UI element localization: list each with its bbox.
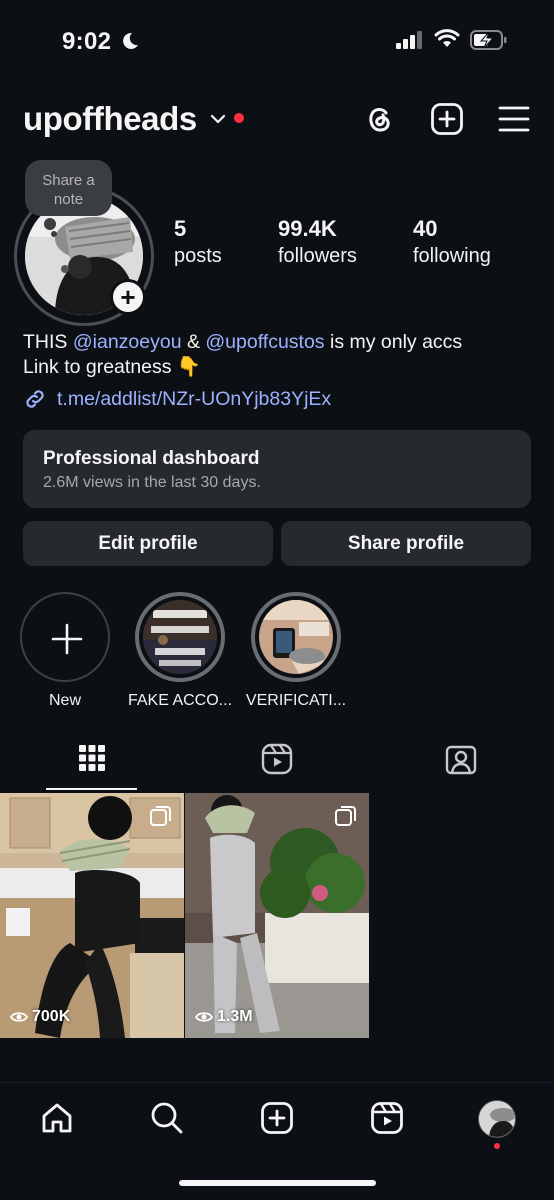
bio-line1: THIS @ianzoeyou & @upoffcustos is my onl… (23, 330, 462, 355)
note-text-line2: note (53, 191, 84, 208)
highlight-cover (143, 600, 217, 674)
carousel-icon (335, 806, 356, 826)
active-tab-indicator (46, 788, 137, 790)
battery-charging-icon (470, 30, 507, 50)
reels-icon[interactable] (261, 743, 293, 775)
link-icon (26, 390, 44, 408)
status-time: 9:02 (62, 28, 112, 55)
highlight-label: New (48, 692, 81, 709)
reels-icon[interactable] (370, 1101, 404, 1135)
view-count-value: 1.3M (217, 1008, 253, 1025)
profile-avatar[interactable] (478, 1100, 516, 1138)
bio-line2: Link to greatness 👇 (23, 356, 202, 378)
home-indicator (179, 1180, 376, 1186)
search-icon[interactable] (150, 1101, 184, 1135)
bio-prefix: THIS (23, 331, 73, 353)
highlight-new[interactable]: New (10, 592, 120, 710)
highlight-fake-account[interactable]: FAKE ACCO... (125, 592, 235, 710)
bio-link[interactable]: t.me/addlist/NZr-UOnYjb83YjEx (23, 387, 331, 411)
menu-icon[interactable] (498, 104, 530, 134)
stat-value: 99.4K (278, 216, 337, 241)
plus-icon: + (113, 282, 143, 312)
highlight-cover (259, 600, 333, 674)
username[interactable]: upoffheads (23, 100, 197, 138)
bio-mid: & (181, 331, 206, 353)
moon-icon (123, 32, 138, 49)
status-bar: 9:02 (0, 0, 554, 84)
signal-icon (396, 31, 422, 49)
mention-upoffcustos[interactable]: @upoffcustos (205, 331, 324, 353)
stat-followers[interactable]: 99.4K followers (278, 216, 357, 268)
create-icon[interactable] (430, 102, 464, 136)
tagged-icon[interactable] (445, 743, 477, 775)
highlight-verification[interactable]: VERIFICATI... (241, 592, 351, 710)
highlight-label: FAKE ACCO... (127, 692, 233, 709)
stat-label: posts (174, 245, 222, 267)
professional-dashboard[interactable]: Professional dashboard 2.6M views in the… (23, 430, 531, 508)
post-thumbnail[interactable]: 1.3M (185, 793, 369, 1038)
highlight-label: VERIFICATI... (245, 692, 347, 709)
bio-suffix: is my only accs (324, 331, 463, 353)
edit-profile-button[interactable]: Edit profile (23, 521, 273, 566)
share-note-bubble[interactable]: Share a note (25, 160, 112, 216)
stat-posts[interactable]: 5 posts (174, 216, 222, 268)
profile-header: upoffheads (0, 96, 554, 144)
stat-value: 40 (413, 216, 438, 241)
threads-icon[interactable] (362, 102, 396, 136)
stat-value: 5 (174, 216, 187, 241)
note-text-line1: Share a (42, 172, 95, 189)
notification-dot (234, 113, 244, 123)
create-icon[interactable] (260, 1101, 294, 1135)
stat-label: following (413, 245, 491, 267)
mention-ianzoeyou[interactable]: @ianzoeyou (73, 331, 182, 353)
stat-label: followers (278, 245, 357, 267)
wifi-icon (434, 29, 460, 47)
highlight-ring (251, 592, 341, 682)
plus-icon (51, 623, 83, 655)
chevron-down-icon[interactable] (209, 113, 227, 125)
view-count: 1.3M (195, 1008, 253, 1026)
highlight-ring (20, 592, 110, 682)
eye-icon (195, 1012, 213, 1022)
add-story-button[interactable]: + (110, 279, 146, 315)
grid-icon[interactable] (78, 744, 106, 772)
post-thumbnail[interactable]: 700K (0, 793, 184, 1038)
home-icon[interactable] (40, 1101, 74, 1135)
bio: THIS @ianzoeyou & @upoffcustos is my onl… (23, 330, 462, 380)
note-tail (44, 218, 56, 230)
dashboard-title: Professional dashboard (43, 448, 260, 469)
highlight-ring (135, 592, 225, 682)
stat-following[interactable]: 40 following (413, 216, 491, 268)
eye-icon (10, 1012, 28, 1022)
view-count: 700K (10, 1008, 70, 1026)
note-tail-small (51, 231, 57, 237)
link-text[interactable]: t.me/addlist/NZr-UOnYjb83YjEx (57, 388, 331, 411)
view-count-value: 700K (32, 1008, 71, 1025)
profile-tabs (0, 740, 554, 792)
dashboard-subtitle: 2.6M views in the last 30 days. (43, 474, 261, 491)
share-profile-button[interactable]: Share profile (281, 521, 531, 566)
carousel-icon (150, 806, 171, 826)
notification-dot (494, 1143, 500, 1149)
